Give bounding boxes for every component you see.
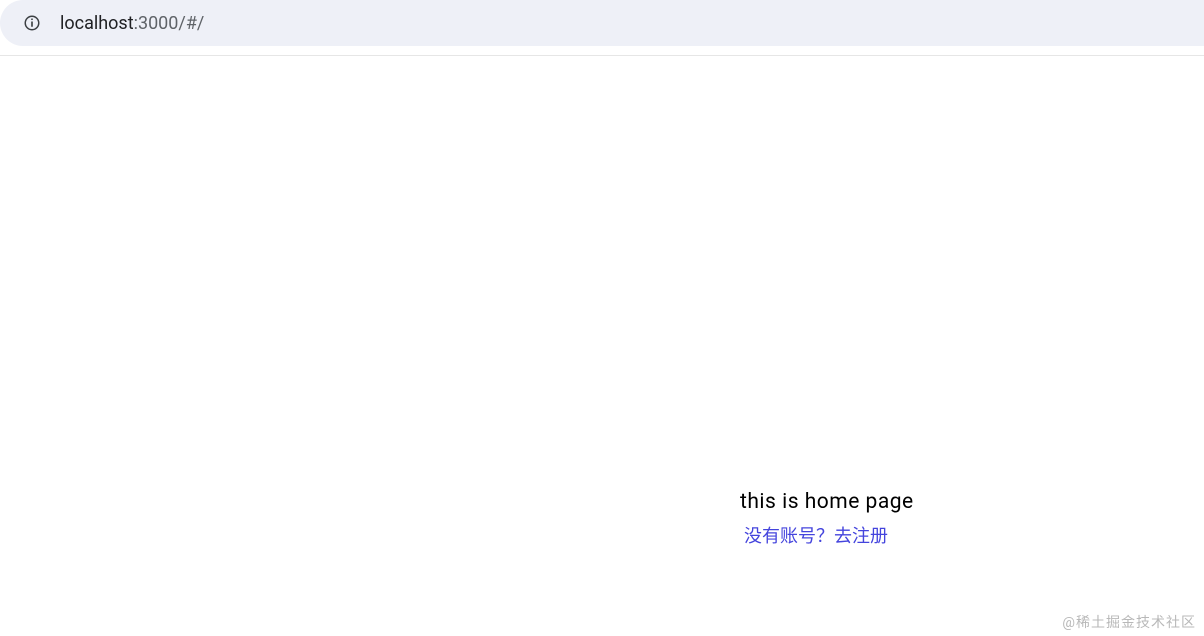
register-link[interactable]: 没有账号？去注册 <box>744 522 888 548</box>
page-title: this is home page <box>740 490 914 514</box>
url-port-path: :3000/#/ <box>134 13 205 34</box>
address-bar[interactable]: localhost:3000/#/ <box>0 0 1204 46</box>
info-icon[interactable] <box>22 13 42 33</box>
divider <box>0 55 1204 56</box>
content-area: this is home page 没有账号？去注册 <box>740 490 914 548</box>
watermark: @稀土掘金技术社区 <box>1062 612 1196 632</box>
url-text: localhost:3000/#/ <box>60 13 204 34</box>
url-host: localhost <box>60 13 134 34</box>
